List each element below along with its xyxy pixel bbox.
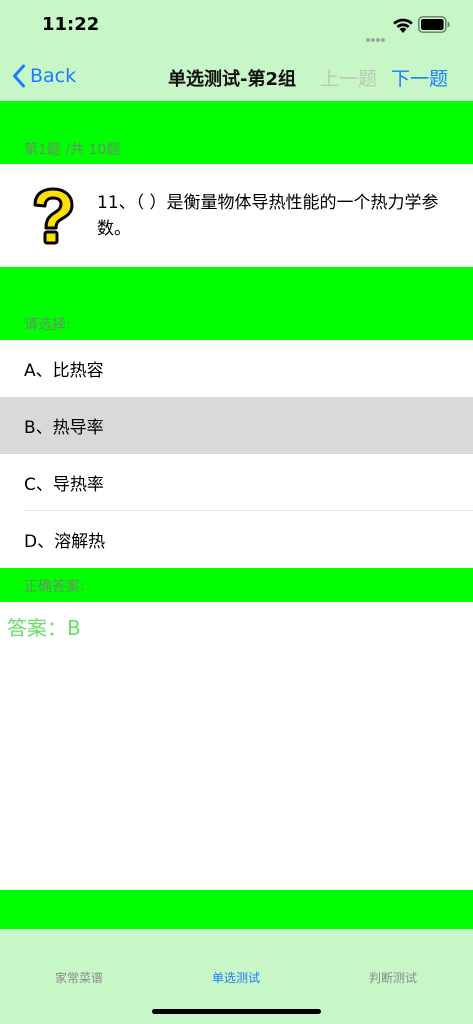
tab-single-choice-test[interactable]: 单选测试 (212, 969, 260, 986)
option-a[interactable]: A、比热容 (0, 340, 473, 397)
option-c[interactable]: C、导热率 (0, 454, 473, 511)
option-d[interactable]: D、溶解热 (0, 511, 473, 568)
status-time: 11:22 (42, 14, 100, 35)
chevron-left-icon (13, 64, 25, 88)
question-header-band: 第1题 /共 10题 (0, 101, 473, 164)
correct-answer: 答案：B (7, 616, 81, 640)
tab-true-false-test[interactable]: 判断测试 (369, 969, 417, 986)
option-c-label: C、导热率 (24, 475, 104, 495)
page-title: 单选测试-第2组 (168, 69, 296, 90)
previous-question-button[interactable]: 上一题 (320, 64, 377, 91)
home-indicator (152, 1009, 321, 1014)
back-button-label: Back (30, 65, 77, 87)
option-b-label: B、热导率 (24, 418, 104, 438)
status-bar: 11:22 (0, 0, 473, 50)
option-b[interactable]: B、热导率 (0, 397, 473, 454)
option-d-label: D、溶解热 (24, 532, 106, 552)
question-card: 11、（ ）是衡量物体导热性能的一个热力学参数。 (0, 164, 473, 267)
answer-header-band: 正确答案: (0, 568, 473, 602)
wifi-icon (393, 18, 413, 33)
cellular-signal-icon (366, 27, 386, 42)
battery-icon (418, 16, 450, 33)
back-button[interactable]: Back (12, 63, 76, 89)
tab-bar: 家常菜谱 单选测试 判断测试 (0, 929, 473, 1024)
question-mark-icon (33, 187, 74, 245)
choices-label: 请选择: (24, 317, 71, 333)
tab-recipes[interactable]: 家常菜谱 (55, 969, 103, 986)
bottom-band (0, 890, 473, 929)
navigation-bar: Back 单选测试-第2组 上一题 下一题 (0, 50, 473, 101)
answer-label: 正确答案: (24, 579, 85, 595)
option-a-label: A、比热容 (24, 361, 104, 381)
question-progress: 第1题 /共 10题 (24, 142, 121, 158)
next-question-button[interactable]: 下一题 (391, 64, 448, 91)
question-text: 11、（ ）是衡量物体导热性能的一个热力学参数。 (97, 193, 439, 239)
choices-header-band: 请选择: (0, 267, 473, 340)
